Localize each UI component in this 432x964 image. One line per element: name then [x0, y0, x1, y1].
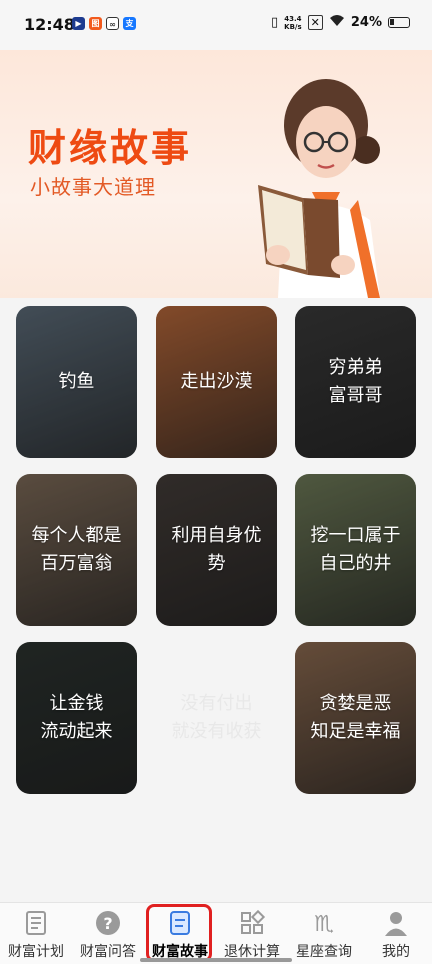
svg-text:?: ?: [103, 914, 112, 933]
tab-label: 星座查询: [296, 944, 352, 960]
story-card[interactable]: 挖一口属于 自己的井: [295, 474, 416, 626]
net-speed-unit: KB/s: [284, 22, 302, 31]
tab-wealth-qa[interactable]: ? 财富问答: [72, 903, 144, 964]
tab-label: 我的: [382, 944, 410, 960]
story-card-label: 穷弟弟 富哥哥: [328, 357, 383, 406]
bottom-tab-bar: 财富计划 ? 财富问答 财富故事 退休计算 ♏ 星座查询 我的: [0, 902, 432, 964]
story-card-label: 钓鱼: [58, 371, 95, 392]
alipay-notification-icon: 支: [123, 17, 136, 30]
wifi-icon: [329, 14, 345, 31]
story-card-label: 每个人都是 百万富翁: [31, 525, 122, 574]
vibrate-icon: ▯: [271, 15, 279, 30]
no-sim-icon: ✕: [307, 15, 323, 30]
status-bar: 12:48 ▶ 图 ∞ 支 ▯ 43.4 KB/s ✕ 24%: [0, 0, 432, 50]
story-card[interactable]: 每个人都是 百万富翁: [16, 474, 137, 626]
notification-icons: ▶ 图 ∞ 支: [72, 17, 136, 30]
story-card[interactable]: 没有付出 就没有收获: [156, 642, 277, 794]
banner: 财缘故事 小故事大道理: [0, 50, 432, 298]
grid-icon: [241, 909, 266, 934]
plan-icon: [26, 911, 46, 935]
battery-icon: [388, 17, 410, 28]
story-card-label: 让金钱 流动起来: [40, 693, 113, 742]
story-card[interactable]: 让金钱 流动起来: [16, 642, 137, 794]
banner-title: 财缘故事: [28, 128, 193, 170]
net-speed-value: 43.4: [284, 14, 302, 23]
app-notification-icon: ▶: [72, 17, 85, 30]
banner-subtitle: 小故事大道理: [30, 175, 156, 199]
tab-wealth-plan[interactable]: 财富计划: [0, 903, 72, 964]
story-card[interactable]: 利用自身优 势: [156, 474, 277, 626]
active-tab-highlight: [146, 904, 212, 962]
tab-zodiac[interactable]: ♏ 星座查询: [288, 903, 360, 964]
svg-text:♏: ♏: [314, 912, 334, 937]
question-icon: ?: [96, 911, 120, 935]
story-card-label: 贪婪是恶 知足是幸福: [310, 693, 401, 742]
tab-label: 财富计划: [8, 944, 64, 960]
story-card-label: 利用自身优 势: [171, 525, 262, 574]
story-card[interactable]: 穷弟弟 富哥哥: [295, 306, 416, 458]
tab-profile[interactable]: 我的: [360, 903, 432, 964]
story-card-label: 走出沙漠: [180, 371, 253, 392]
zodiac-icon: ♏: [314, 912, 334, 937]
status-right: ▯ 43.4 KB/s ✕ 24%: [271, 14, 410, 31]
link-notification-icon: ∞: [106, 17, 119, 30]
home-indicator: [140, 958, 292, 962]
story-card-label: 挖一口属于 自己的井: [310, 525, 401, 574]
app-notification-icon: 图: [89, 17, 102, 30]
tab-retire-calc[interactable]: 退休计算: [216, 903, 288, 964]
story-card[interactable]: 走出沙漠: [156, 306, 277, 458]
tab-label: 财富问答: [80, 944, 136, 960]
status-time: 12:48: [24, 15, 75, 34]
profile-icon: [385, 912, 407, 936]
story-card[interactable]: 贪婪是恶 知足是幸福: [295, 642, 416, 794]
battery-percent: 24%: [350, 15, 382, 30]
net-speed: 43.4 KB/s: [284, 15, 301, 31]
reading-girl-illustration: [258, 79, 380, 298]
story-card-label: 没有付出 就没有收获: [171, 693, 262, 742]
story-card[interactable]: 钓鱼: [16, 306, 137, 458]
